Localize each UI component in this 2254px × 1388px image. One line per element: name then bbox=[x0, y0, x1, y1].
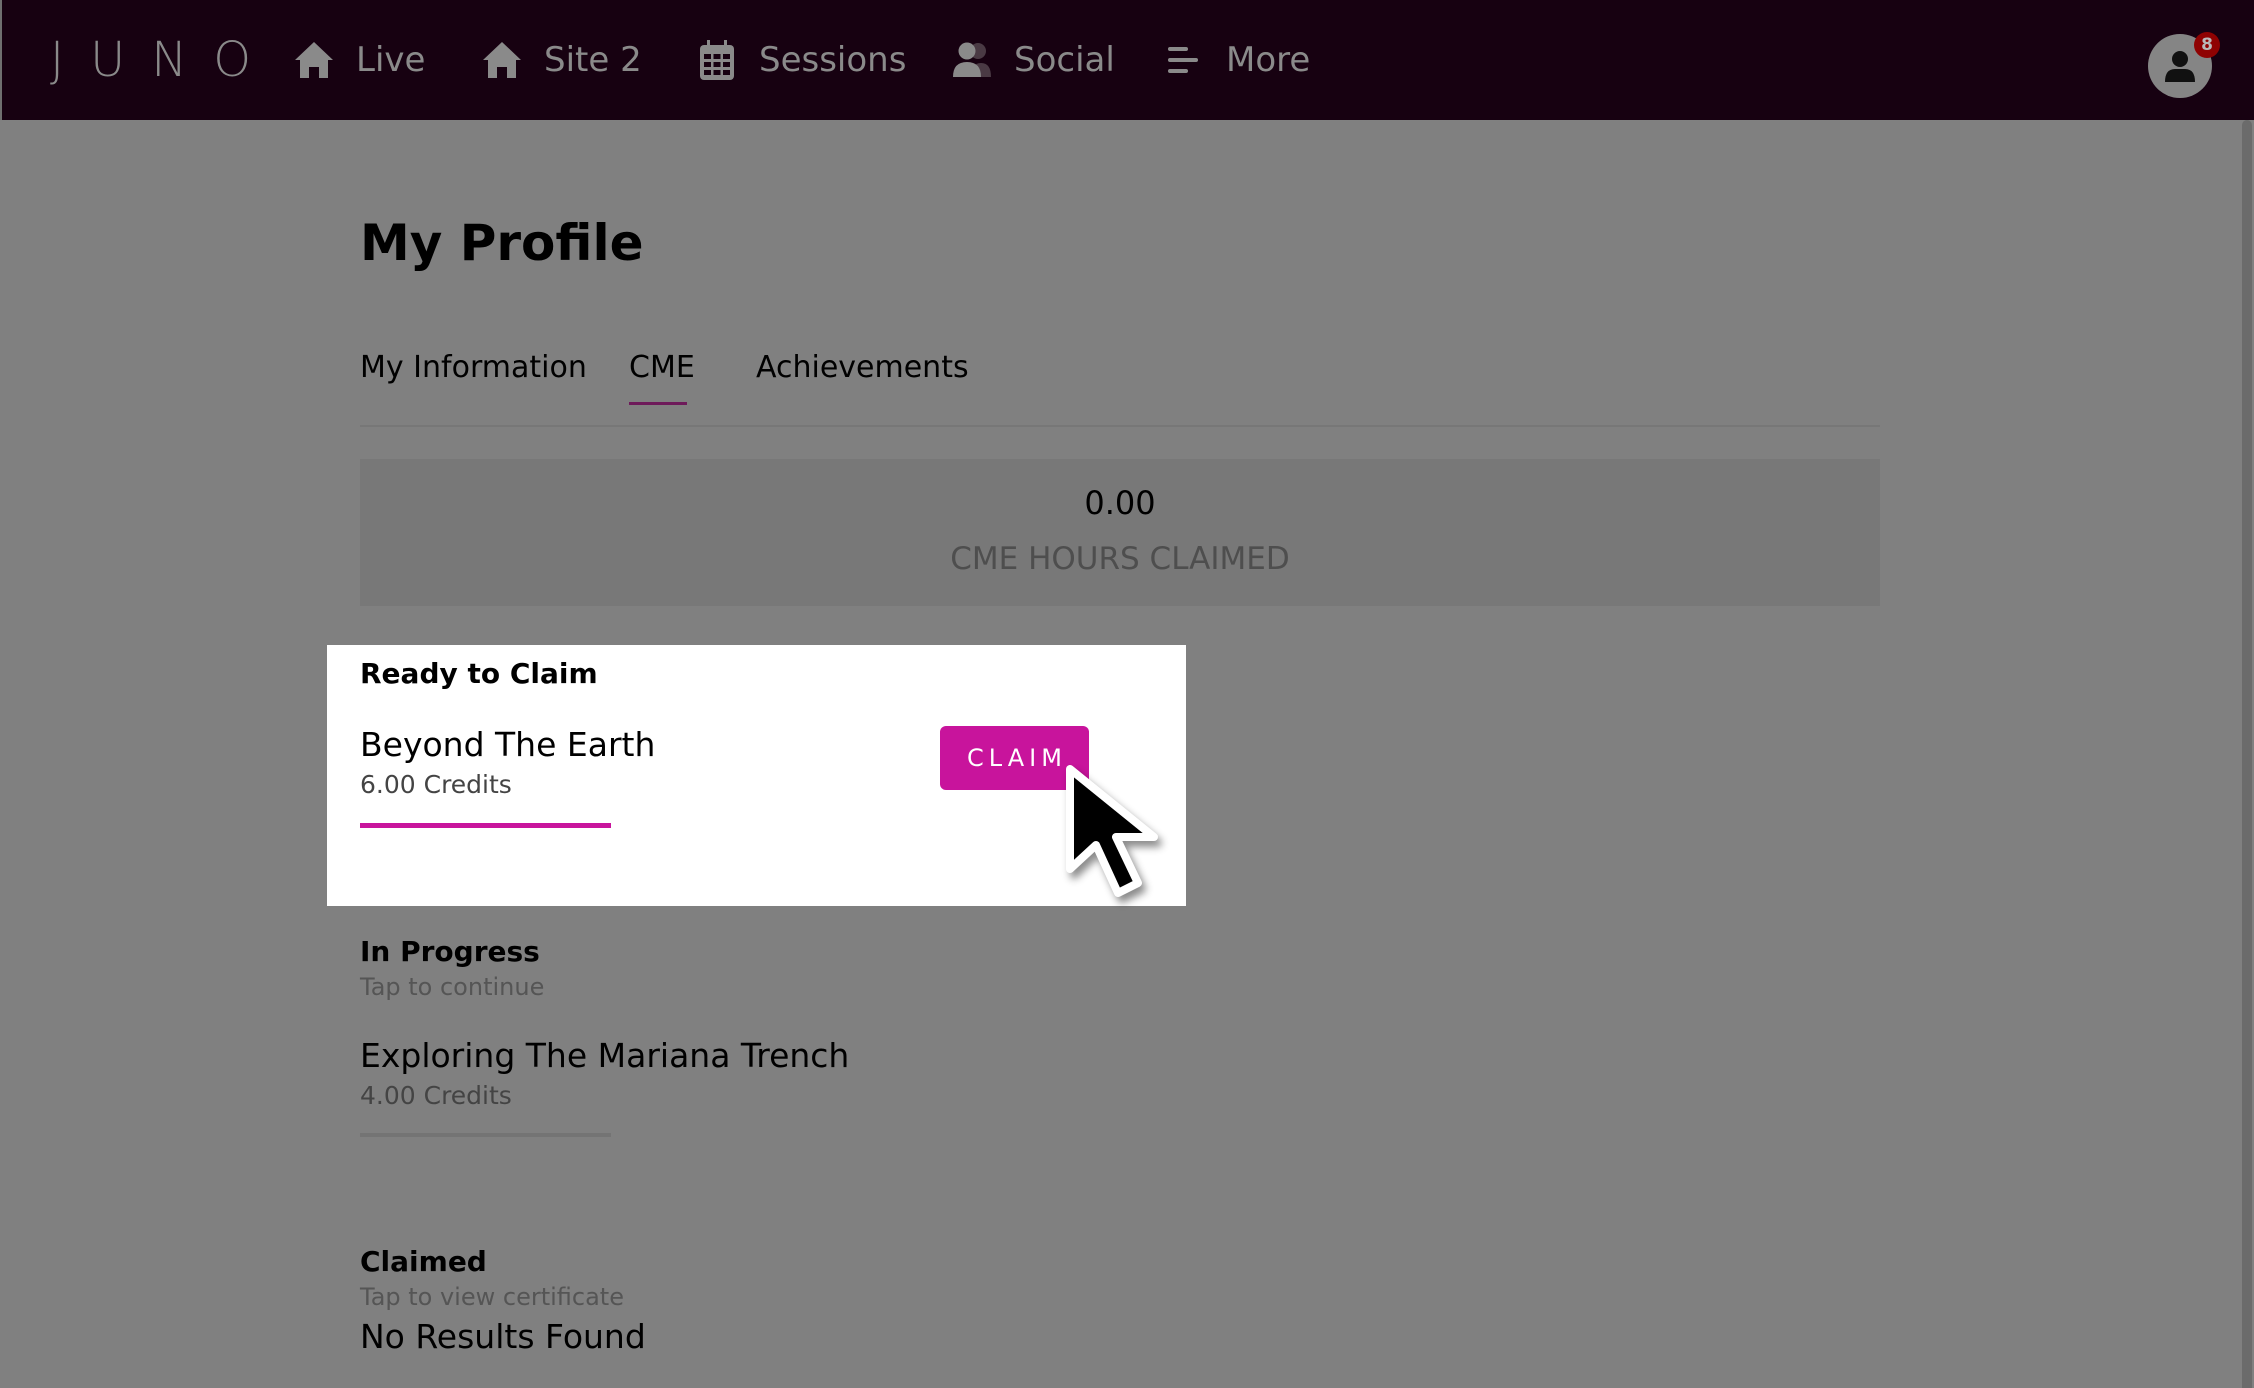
top-navbar: JUNO Live Site 2 Sessions Social More 8 bbox=[0, 0, 2254, 120]
nav-item-label: More bbox=[1226, 40, 1311, 80]
tab-achievements[interactable]: Achievements bbox=[756, 346, 969, 390]
menu-icon bbox=[1162, 38, 1206, 82]
progress-fill bbox=[360, 823, 611, 828]
item-title: Beyond The Earth bbox=[360, 725, 656, 764]
nav-item-live[interactable]: Live bbox=[292, 30, 425, 90]
in-progress-subtitle: Tap to continue bbox=[360, 973, 545, 1001]
page-scrollbar[interactable] bbox=[2242, 120, 2252, 1388]
page-title: My Profile bbox=[360, 214, 644, 272]
no-results-message: No Results Found bbox=[360, 1317, 646, 1356]
item-credits: 6.00 Credits bbox=[360, 770, 512, 799]
mouse-cursor-icon bbox=[1066, 765, 1158, 897]
active-tab-indicator bbox=[629, 402, 687, 405]
tabs-divider bbox=[360, 425, 1880, 427]
nav-item-label: Sessions bbox=[759, 40, 907, 80]
nav-item-label: Social bbox=[1014, 40, 1115, 80]
nav-item-label: Site 2 bbox=[544, 40, 642, 80]
juno-logo[interactable]: JUNO bbox=[50, 32, 277, 88]
logo-text: JUNO bbox=[50, 32, 277, 88]
cme-hours-label: CME HOURS CLAIMED bbox=[950, 541, 1290, 577]
tab-my-information[interactable]: My Information bbox=[360, 346, 587, 390]
users-icon bbox=[950, 38, 994, 82]
nav-item-label: Live bbox=[356, 40, 426, 80]
ready-to-claim-heading: Ready to Claim bbox=[360, 657, 598, 690]
progress-bar bbox=[360, 823, 611, 828]
item-title: Exploring The Mariana Trench bbox=[360, 1036, 850, 1075]
calendar-icon bbox=[695, 38, 739, 82]
home-icon bbox=[480, 38, 524, 82]
progress-bar bbox=[360, 1133, 611, 1137]
claimed-heading: Claimed bbox=[360, 1245, 487, 1278]
nav-item-site-2[interactable]: Site 2 bbox=[480, 30, 642, 90]
claimed-subtitle: Tap to view certificate bbox=[360, 1283, 624, 1311]
nav-item-social[interactable]: Social bbox=[950, 30, 1115, 90]
in-progress-heading: In Progress bbox=[360, 935, 540, 968]
user-icon bbox=[2163, 49, 2197, 83]
home-icon bbox=[292, 38, 336, 82]
cme-hours-summary: 0.00 CME HOURS CLAIMED bbox=[360, 459, 1880, 606]
cme-hours-value: 0.00 bbox=[1084, 484, 1156, 522]
ready-to-claim-section: Ready to Claim Beyond The Earth 6.00 Cre… bbox=[327, 645, 1186, 906]
nav-item-more[interactable]: More bbox=[1162, 30, 1310, 90]
nav-item-sessions[interactable]: Sessions bbox=[695, 30, 906, 90]
tab-cme[interactable]: CME bbox=[629, 346, 695, 390]
item-credits: 4.00 Credits bbox=[360, 1081, 512, 1110]
notification-badge: 8 bbox=[2194, 32, 2220, 58]
